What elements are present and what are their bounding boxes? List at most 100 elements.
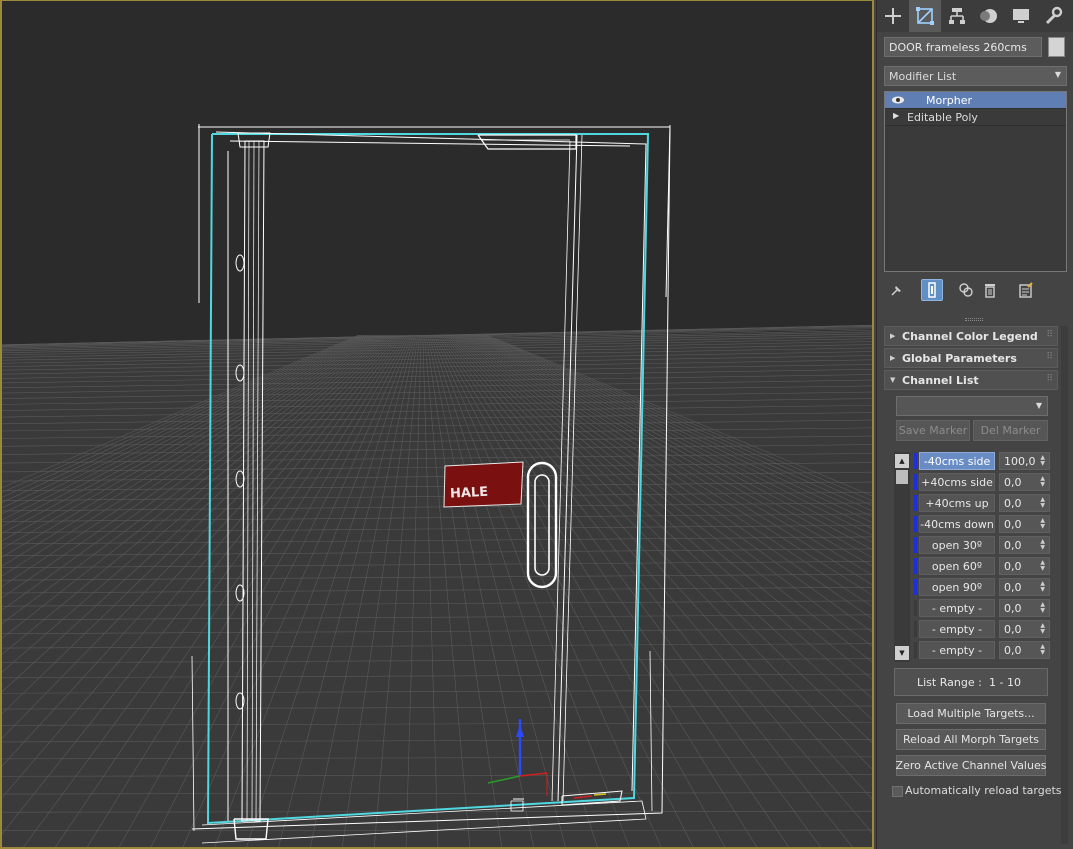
channel-name-button[interactable]: - empty - [919,641,995,659]
show-end-result-button[interactable] [921,279,943,301]
del-marker-button[interactable]: Del Marker [973,420,1048,441]
collapsed-triangle-icon: ▶ [890,354,896,362]
spinner-arrows-icon[interactable]: ▲ ▼ [1040,497,1045,509]
marker-dropdown[interactable]: ▼ [896,396,1048,416]
channel-color-bar [914,453,917,469]
channel-color-bar [914,621,917,637]
save-marker-button[interactable]: Save Marker [896,420,970,441]
expand-triangle-icon[interactable]: ▶ [893,111,899,120]
pin-stack-icon [891,286,901,296]
stack-item-morpher[interactable]: Morpher [885,92,1066,109]
spinner-arrows-icon[interactable]: ▲ ▼ [1040,455,1045,467]
make-unique-button[interactable] [955,279,977,301]
modifier-list-dropdown[interactable]: Modifier List ▼ [884,66,1067,86]
channel-name-button[interactable]: - empty - [919,599,995,617]
tab-display[interactable] [1005,0,1037,32]
tab-create[interactable] [877,0,909,32]
channel-value-spinner[interactable]: 0,0 ▲ ▼ [999,473,1050,491]
rollout-title: Global Parameters [902,352,1017,365]
spinner-arrows-icon[interactable]: ▲ ▼ [1040,539,1045,551]
tab-motion[interactable] [973,0,1005,32]
rollout-title: Channel Color Legend [902,330,1038,343]
list-range-display: List Range : 1 - 10 [894,668,1048,696]
spinner-arrows-icon[interactable]: ▲ ▼ [1040,644,1045,656]
stack-item-editable-poly[interactable]: ▶ Editable Poly [885,109,1066,126]
spinner-arrows-icon[interactable]: ▲ ▼ [1040,476,1045,488]
perspective-viewport[interactable]: HALE [0,0,874,849]
rollout-grip-icon: ⠿ [1046,352,1053,362]
tab-utilities[interactable] [1037,0,1069,32]
modify-icon [916,7,934,25]
dropdown-arrow-icon: ▼ [1054,70,1061,79]
channel-row[interactable]: - empty -0,0 ▲ ▼ [914,641,1050,659]
scroll-up-icon[interactable]: ▲ [895,454,909,468]
hierarchy-icon [949,8,965,24]
auto-reload-checkbox-row[interactable]: Automatically reload targets [892,784,1062,800]
object-color-swatch[interactable] [1048,37,1065,57]
object-name-field[interactable]: DOOR frameless 260cms [884,37,1042,57]
plus-icon [885,8,901,24]
pin-stack-button[interactable] [886,279,908,301]
channel-color-bar [914,579,917,595]
channel-color-bar [914,516,917,532]
channel-value-spinner[interactable]: 0,0 ▲ ▼ [999,620,1050,638]
channel-name-button[interactable]: open 90º [919,578,995,596]
rollout-channel-list[interactable]: ▼ Channel List ⠿ [884,370,1058,390]
remove-modifier-button[interactable] [979,279,1001,301]
channel-name-button[interactable]: +40cms up [919,494,995,512]
auto-reload-label: Automatically reload targets [905,784,1062,797]
channel-row[interactable]: open 90º 0,0 ▲ ▼ [914,578,1050,596]
tab-modify[interactable] [909,0,941,32]
reload-all-morph-targets-button[interactable]: Reload All Morph Targets [896,729,1046,750]
spinner-arrows-icon[interactable]: ▲ ▼ [1040,602,1045,614]
panel-splitter-grip[interactable] [965,318,983,321]
channel-value-spinner[interactable]: 0,0 ▲ ▼ [999,536,1050,554]
spinner-arrows-icon[interactable]: ▲ ▼ [1040,581,1045,593]
spinner-arrows-icon[interactable]: ▲ ▼ [1040,560,1045,572]
load-multiple-targets-button[interactable]: Load Multiple Targets... [896,703,1046,724]
channel-name-button[interactable]: -40cms down [919,515,995,533]
modifier-list-label: Modifier List [889,70,957,83]
channel-value-spinner[interactable]: 0,0 ▲ ▼ [999,494,1050,512]
channel-name-button[interactable]: +40cms side [919,473,995,491]
channel-name-button[interactable]: open 30º [919,536,995,554]
eye-icon[interactable] [891,93,905,107]
channel-row[interactable]: -40cms down 0,0 ▲ ▼ [914,515,1050,533]
channel-row[interactable]: +40cms side 0,0 ▲ ▼ [914,473,1050,491]
channel-value-spinner[interactable]: 100,0 ▲ ▼ [999,452,1050,470]
make-unique-icon [959,283,973,297]
expanded-triangle-icon: ▼ [890,376,896,384]
channel-name-button[interactable]: open 60º [919,557,995,575]
scroll-thumb[interactable] [896,470,908,484]
channel-color-bar [914,558,917,574]
panel-scrollbar[interactable] [1061,326,1068,844]
channel-row[interactable]: +40cms up 0,0 ▲ ▼ [914,494,1050,512]
auto-reload-checkbox[interactable] [892,786,903,797]
channel-color-bar [914,642,917,658]
channel-row[interactable]: - empty -0,0 ▲ ▼ [914,620,1050,638]
spinner-arrows-icon[interactable]: ▲ ▼ [1040,518,1045,530]
channel-value-spinner[interactable]: 0,0 ▲ ▼ [999,578,1050,596]
scroll-down-icon[interactable]: ▼ [895,646,909,660]
spinner-arrows-icon[interactable]: ▲ ▼ [1040,623,1045,635]
channel-name-button[interactable]: - empty - [919,620,995,638]
channel-row[interactable]: open 30º 0,0 ▲ ▼ [914,536,1050,554]
rollout-global-parameters[interactable]: ▶ Global Parameters ⠿ [884,348,1058,368]
channel-value-spinner[interactable]: 0,0 ▲ ▼ [999,515,1050,533]
channel-value-spinner[interactable]: 0,0 ▲ ▼ [999,599,1050,617]
modifier-stack[interactable]: Morpher ▶ Editable Poly [884,91,1067,272]
zero-active-channel-values-button[interactable]: Zero Active Channel Values [896,755,1046,776]
channel-scrollbar[interactable]: ▲ ▼ [894,452,910,662]
configure-modifier-sets-button[interactable] [1015,279,1037,301]
channel-value-spinner[interactable]: 0,0 ▲ ▼ [999,641,1050,659]
tab-hierarchy[interactable] [941,0,973,32]
command-panel-tabs [877,0,1073,32]
channel-value-spinner[interactable]: 0,0 ▲ ▼ [999,557,1050,575]
rollout-channel-color-legend[interactable]: ▶ Channel Color Legend ⠿ [884,326,1058,346]
channel-row[interactable]: open 60º 0,0 ▲ ▼ [914,557,1050,575]
channel-list: ▲ ▼ -40cms side 100,0 ▲ ▼ +40cms side 0,0 ▲ ▼ +4… [894,452,1050,664]
stack-toolbar [884,277,1067,303]
channel-row[interactable]: - empty -0,0 ▲ ▼ [914,599,1050,617]
channel-row[interactable]: -40cms side 100,0 ▲ ▼ [914,452,1050,470]
channel-name-button[interactable]: -40cms side [919,452,995,470]
